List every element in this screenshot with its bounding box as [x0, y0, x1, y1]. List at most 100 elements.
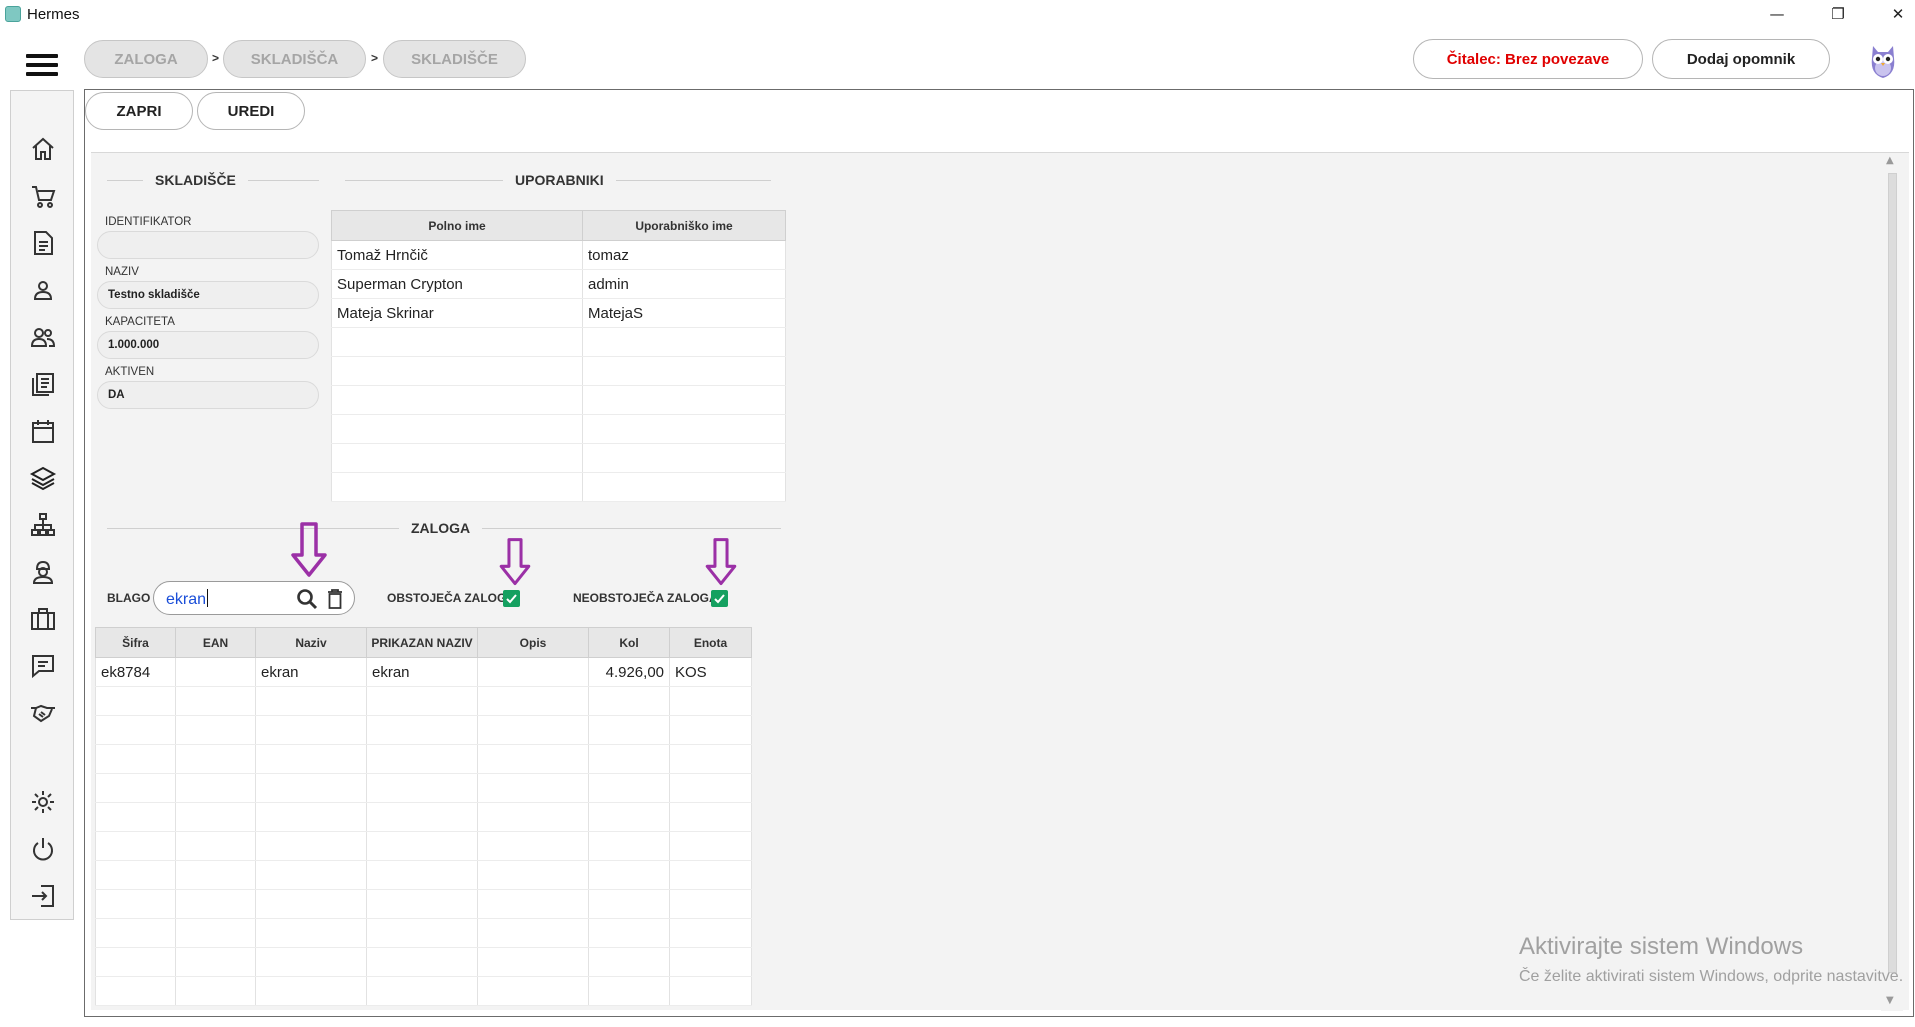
table-cell — [582, 443, 786, 473]
chat-icon[interactable] — [27, 650, 59, 682]
breadcrumb-separator: > — [212, 51, 220, 65]
table-cell — [588, 773, 670, 803]
power-icon[interactable] — [27, 833, 59, 865]
table-cell — [669, 744, 752, 774]
table-row[interactable] — [95, 947, 752, 977]
goods-label: BLAGO — [107, 591, 151, 605]
table-cell — [366, 889, 478, 919]
table-row[interactable] — [331, 472, 786, 502]
close-window-button[interactable]: ✕ — [1873, 2, 1915, 26]
table-cell — [582, 356, 786, 386]
table-cell — [669, 860, 752, 890]
vertical-scrollbar[interactable]: ▲ ▼ — [1881, 153, 1903, 1011]
existing-stock-checkbox[interactable] — [503, 590, 520, 607]
table-row[interactable]: Tomaž Hrnčič tomaz — [331, 240, 786, 270]
active-field[interactable]: DA — [97, 381, 319, 409]
network-icon[interactable] — [27, 509, 59, 541]
table-row[interactable]: ek8784 ekran ekran 4.926,00 KOS — [95, 657, 752, 687]
table-row[interactable] — [95, 773, 752, 803]
table-cell: 4.926,00 — [588, 657, 670, 687]
table-cell — [95, 976, 176, 1006]
table-row[interactable] — [331, 385, 786, 415]
layers-icon[interactable] — [21, 456, 65, 500]
close-button[interactable]: ZAPRI — [85, 92, 193, 130]
restore-button[interactable]: ❐ — [1813, 2, 1863, 26]
nonexisting-stock-checkbox[interactable] — [711, 590, 728, 607]
cart-icon[interactable] — [27, 180, 59, 212]
table-row[interactable] — [95, 744, 752, 774]
logout-icon[interactable] — [27, 880, 59, 912]
table-row[interactable] — [95, 802, 752, 832]
breadcrumb-zaloga[interactable]: ZALOGA — [84, 40, 208, 78]
person-icon[interactable] — [27, 274, 59, 306]
table-cell — [588, 744, 670, 774]
edit-button[interactable]: UREDI — [197, 92, 305, 130]
trash-icon[interactable] — [326, 588, 344, 610]
table-cell: tomaz — [582, 240, 786, 270]
handshake-icon[interactable] — [27, 697, 59, 729]
column-header[interactable]: EAN — [175, 627, 256, 658]
table-row[interactable] — [95, 715, 752, 745]
column-header[interactable]: Opis — [477, 627, 589, 658]
breadcrumb-skladisca[interactable]: SKLADIŠČA — [223, 40, 366, 78]
table-cell — [588, 918, 670, 948]
table-row[interactable]: Superman Crypton admin — [331, 269, 786, 299]
warehouse-title: SKLADIŠČE — [143, 172, 248, 188]
table-cell: ek8784 — [95, 657, 176, 687]
calendar-icon[interactable] — [27, 415, 59, 447]
column-header[interactable]: Šifra — [95, 627, 176, 658]
name-label: NAZIV — [105, 266, 139, 278]
table-row[interactable] — [95, 918, 752, 948]
home-icon[interactable] — [27, 133, 59, 165]
table-row[interactable]: Mateja Skrinar MatejaS — [331, 298, 786, 328]
briefcase-icon[interactable] — [27, 603, 59, 635]
table-row[interactable] — [95, 889, 752, 919]
name-field[interactable]: Testno skladišče — [97, 281, 319, 309]
table-cell — [669, 947, 752, 977]
list-icon[interactable] — [27, 368, 59, 400]
table-cell: ekran — [366, 657, 478, 687]
table-row[interactable] — [331, 356, 786, 386]
column-header[interactable]: Uporabniško ime — [582, 210, 786, 241]
identifier-field[interactable] — [97, 231, 319, 259]
add-reminder-button[interactable]: Dodaj opomnik — [1652, 39, 1830, 79]
app-window: Hermes — ❐ ✕ ZALOGA > SKLADIŠČA > SKLADI… — [0, 0, 1915, 1027]
table-cell — [95, 831, 176, 861]
owl-avatar-icon[interactable] — [1866, 40, 1900, 80]
capacity-field[interactable]: 1.000.000 — [97, 331, 319, 359]
people-icon[interactable] — [27, 321, 59, 353]
goods-search-input[interactable]: ekran — [153, 581, 355, 615]
column-header[interactable]: Kol — [588, 627, 670, 658]
column-header[interactable]: PRIKAZAN NAZIV — [366, 627, 478, 658]
table-row[interactable] — [331, 414, 786, 444]
table-cell — [582, 385, 786, 415]
activation-watermark-title: Aktivirajte sistem Windows — [1519, 933, 1804, 960]
table-row[interactable] — [95, 976, 752, 1006]
table-cell — [669, 715, 752, 745]
scroll-up-icon[interactable]: ▲ — [1886, 155, 1894, 166]
table-row[interactable] — [331, 327, 786, 357]
minimize-button[interactable]: — — [1752, 2, 1802, 26]
table-row[interactable] — [331, 443, 786, 473]
column-header[interactable]: Polno ime — [331, 210, 583, 241]
search-icon[interactable] — [296, 588, 318, 610]
scroll-thumb[interactable] — [1888, 173, 1897, 973]
worker-icon[interactable] — [27, 556, 59, 588]
column-header[interactable]: Naziv — [255, 627, 367, 658]
table-cell — [95, 947, 176, 977]
window-title: Hermes — [27, 6, 80, 23]
document-icon[interactable] — [27, 227, 59, 259]
table-cell — [477, 657, 589, 687]
gear-icon[interactable] — [27, 786, 59, 818]
table-cell — [669, 686, 752, 716]
breadcrumb-skladisce[interactable]: SKLADIŠČE — [383, 40, 526, 78]
reader-status-button[interactable]: Čitalec: Brez povezave — [1413, 39, 1643, 79]
menu-icon[interactable] — [26, 54, 58, 76]
table-row[interactable] — [95, 686, 752, 716]
column-header[interactable]: Enota — [669, 627, 752, 658]
table-row[interactable] — [95, 831, 752, 861]
table-cell — [255, 773, 367, 803]
table-row[interactable] — [95, 860, 752, 890]
scroll-down-icon[interactable]: ▼ — [1886, 995, 1894, 1006]
table-cell — [582, 414, 786, 444]
